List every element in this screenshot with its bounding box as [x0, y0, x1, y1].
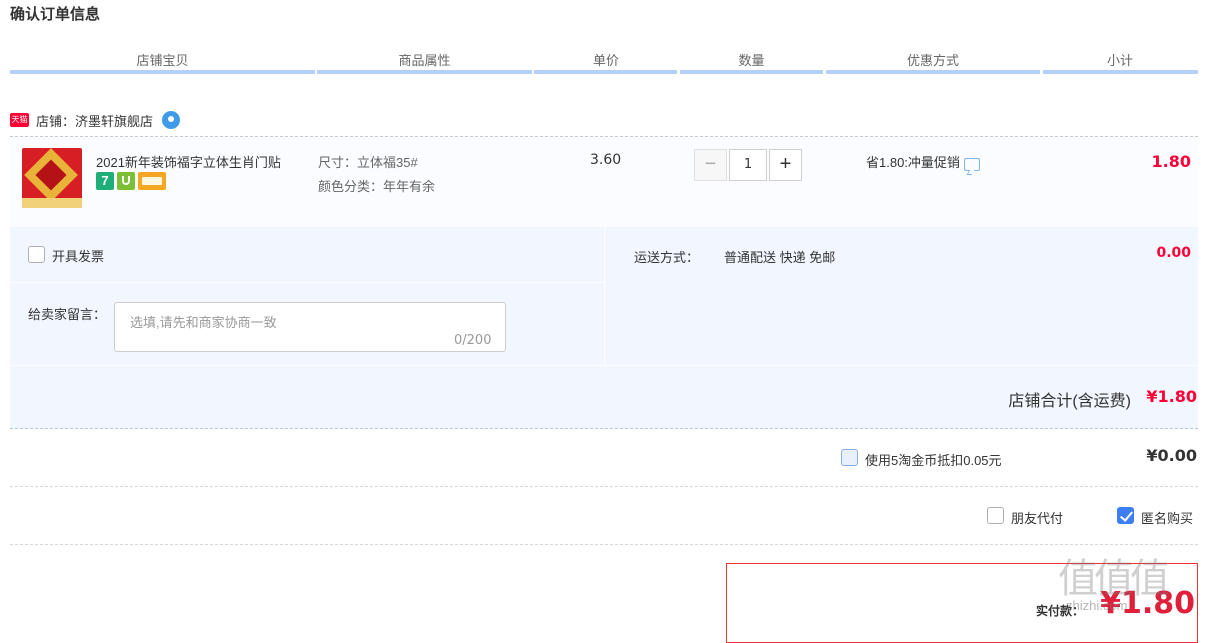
- shop-name[interactable]: 店铺：济墨轩旗舰店: [36, 111, 153, 130]
- product-thumbnail[interactable]: [22, 148, 82, 208]
- message-label: 给卖家留言：: [28, 307, 107, 322]
- order-item-row: [10, 136, 1198, 227]
- unit-price: 3.60: [590, 152, 622, 168]
- invoice-checkbox[interactable]: [28, 246, 45, 263]
- friend-pay-label[interactable]: 朋友代付: [1011, 508, 1063, 527]
- shop-total-label: 店铺合计(含运费): [1008, 393, 1131, 410]
- invoice-label[interactable]: 开具发票: [52, 246, 104, 265]
- watermark-url: zhizhi.com: [1066, 598, 1128, 613]
- shield-icon[interactable]: [117, 172, 135, 190]
- anonymous-purchase-checkbox[interactable]: [1117, 507, 1134, 524]
- quantity-stepper: − 1 +: [694, 149, 802, 181]
- coins-checkbox[interactable]: [841, 449, 858, 466]
- divider: [10, 282, 604, 283]
- coins-deduction-value: ¥0.00: [1146, 446, 1197, 465]
- column-header-quantity: 数量: [738, 53, 765, 68]
- page-title: 确认订单信息: [10, 6, 101, 23]
- column-bar: [10, 70, 315, 74]
- friend-pay-checkbox[interactable]: [987, 507, 1004, 524]
- column-header-attributes: 商品属性: [398, 53, 451, 68]
- attribute-color: 颜色分类：年年有余: [318, 179, 436, 194]
- column-bar: [534, 70, 677, 74]
- column-header-item: 店铺宝贝: [136, 53, 189, 68]
- divider: [10, 486, 1198, 487]
- quantity-value: 1: [743, 157, 753, 172]
- divider: [10, 544, 1198, 545]
- column-bar: [1043, 70, 1198, 74]
- wangwang-chat-icon[interactable]: [162, 111, 181, 129]
- item-subtotal: 1.80: [1151, 152, 1191, 171]
- shipping-label: 运送方式：: [634, 250, 700, 265]
- shipping-fee: 0.00: [1156, 245, 1191, 261]
- product-title-link[interactable]: 2021新年装饰福字立体生肖门贴: [96, 152, 306, 171]
- column-bar: [826, 70, 1040, 74]
- promotion: 省1.80:冲量促销: [866, 152, 980, 171]
- message-placeholder: 选填,请先和商家协商一致: [130, 315, 277, 330]
- coins-label[interactable]: 使用5淘金币抵扣0.05元: [865, 450, 1002, 469]
- shop-row: 天猫 店铺：济墨轩旗舰店: [10, 108, 181, 132]
- comment-icon[interactable]: [963, 158, 980, 171]
- promotion-text: 省1.80:冲量促销: [866, 155, 960, 170]
- column-header-subtotal: 小计: [1106, 53, 1133, 68]
- column-bar: [317, 70, 532, 74]
- column-header-discount: 优惠方式: [906, 53, 959, 68]
- 7-day-return-icon[interactable]: 7: [96, 172, 114, 190]
- card-icon[interactable]: [138, 172, 166, 190]
- quantity-increase-button[interactable]: +: [769, 149, 802, 181]
- anonymous-purchase-label[interactable]: 匿名购买: [1141, 508, 1193, 527]
- attribute-size: 尺寸：立体福35#: [318, 155, 418, 170]
- tmall-badge-icon: 天猫: [10, 113, 29, 127]
- shop-total-value: ¥1.80: [1146, 387, 1197, 406]
- column-header-price: 单价: [592, 53, 619, 68]
- shipping-method: 普通配送 快递 免邮: [724, 250, 836, 265]
- message-char-counter: 0/200: [454, 333, 492, 348]
- quantity-decrease-button[interactable]: −: [694, 149, 727, 181]
- watermark-logo: 值值值: [1058, 557, 1170, 601]
- column-bar: [680, 70, 823, 74]
- quantity-input[interactable]: 1: [729, 149, 767, 181]
- service-icons: 7: [96, 172, 166, 190]
